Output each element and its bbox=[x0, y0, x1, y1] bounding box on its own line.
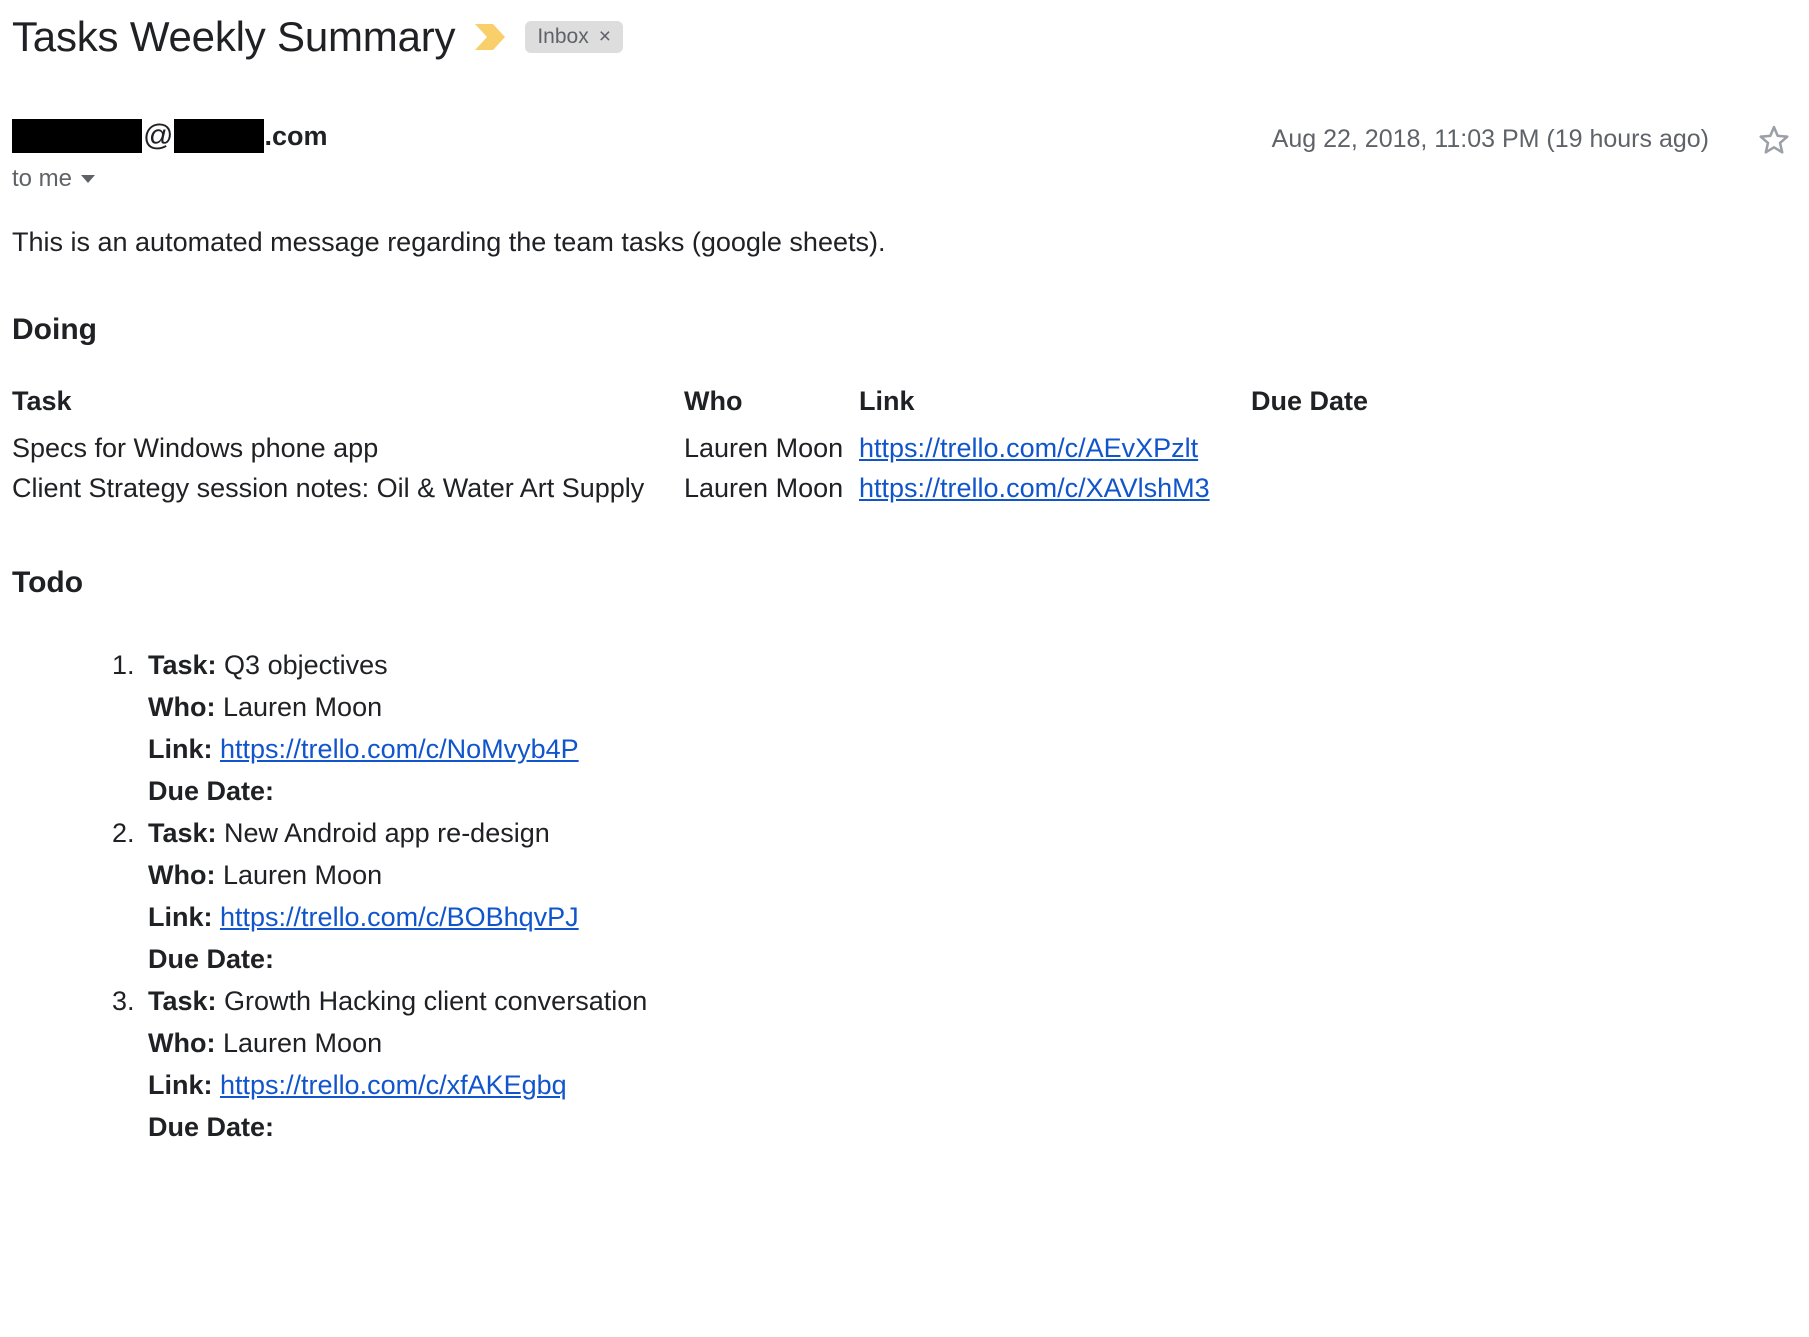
field-label-due-date: Due Date: bbox=[148, 944, 275, 975]
cell-task: Specs for Windows phone app bbox=[12, 433, 379, 464]
todo-due-date-row: Due Date: bbox=[148, 1107, 1793, 1149]
field-label-link: Link: bbox=[148, 734, 213, 765]
todo-task-value: New Android app re-design bbox=[224, 818, 550, 849]
at-symbol: @ bbox=[143, 119, 174, 152]
cell-task: Client Strategy session notes: Oil & Wat… bbox=[12, 473, 645, 504]
field-label-task: Task: bbox=[148, 818, 217, 849]
field-label-due-date: Due Date: bbox=[148, 1112, 275, 1143]
todo-due-date-row: Due Date: bbox=[148, 939, 1793, 981]
close-icon[interactable]: × bbox=[599, 26, 611, 47]
label-chip-inbox[interactable]: Inbox × bbox=[525, 21, 623, 53]
email-message: Tasks Weekly Summary Inbox × @ .com to m… bbox=[0, 0, 1809, 1149]
todo-who-row: Who: Lauren Moon bbox=[148, 1023, 1793, 1065]
redacted-domain bbox=[174, 119, 265, 153]
cell-who: Lauren Moon bbox=[684, 473, 844, 504]
todo-who-value: Lauren Moon bbox=[222, 692, 383, 723]
page-title: Tasks Weekly Summary bbox=[12, 13, 456, 60]
table-row: Client Strategy session notes: Oil & Wat… bbox=[12, 473, 1612, 513]
todo-who-row: Who: Lauren Moon bbox=[148, 855, 1793, 897]
column-header-due-date: Due Date bbox=[1251, 386, 1369, 417]
sender-block: @ .com to me Aug 22, 2018, 11:03 PM (19 … bbox=[12, 116, 1793, 208]
subject-row: Tasks Weekly Summary Inbox × bbox=[12, 0, 1793, 68]
field-label-link: Link: bbox=[148, 902, 213, 933]
field-label-task: Task: bbox=[148, 650, 217, 681]
column-header-link: Link bbox=[859, 386, 915, 417]
label-chip-text: Inbox bbox=[537, 25, 589, 48]
intro-paragraph: This is an automated message regarding t… bbox=[12, 227, 886, 257]
trello-link[interactable]: https://trello.com/c/BOBhqvPJ bbox=[220, 902, 579, 932]
todo-task-value: Q3 objectives bbox=[224, 650, 388, 681]
recipients-toggle[interactable]: to me bbox=[12, 165, 1793, 193]
doing-heading: Doing bbox=[12, 313, 97, 347]
message-meta: Aug 22, 2018, 11:03 PM (19 hours ago) bbox=[1272, 116, 1793, 162]
column-header-task: Task bbox=[12, 386, 72, 417]
field-label-who: Who: bbox=[148, 1028, 216, 1059]
field-label-link: Link: bbox=[148, 1070, 213, 1101]
todo-who-value: Lauren Moon bbox=[222, 1028, 383, 1059]
todo-task-row: Task: Growth Hacking client conversation bbox=[148, 981, 1793, 1023]
list-item: Task: Q3 objectives Who: Lauren Moon Lin… bbox=[142, 645, 1793, 813]
redacted-username bbox=[12, 119, 142, 153]
field-label-who: Who: bbox=[148, 860, 216, 891]
todo-who-row: Who: Lauren Moon bbox=[148, 687, 1793, 729]
trello-link[interactable]: https://trello.com/c/NoMvyb4P bbox=[220, 734, 579, 764]
sender-tld: .com bbox=[264, 120, 328, 151]
field-label-task: Task: bbox=[148, 986, 217, 1017]
column-header-who: Who bbox=[684, 386, 743, 417]
list-item: Task: Growth Hacking client conversation… bbox=[142, 981, 1793, 1149]
cell-link: https://trello.com/c/XAVlshM3 bbox=[859, 473, 1251, 513]
todo-who-value: Lauren Moon bbox=[222, 860, 383, 891]
cell-due-date bbox=[1251, 433, 1612, 473]
todo-task-row: Task: New Android app re-design bbox=[148, 813, 1793, 855]
cell-who: Lauren Moon bbox=[684, 433, 844, 464]
cell-link: https://trello.com/c/AEvXPzlt bbox=[859, 433, 1251, 473]
todo-link-row: Link: https://trello.com/c/xfAKEgbq bbox=[148, 1065, 1793, 1107]
important-chevron-icon[interactable] bbox=[473, 22, 507, 52]
todo-link-row: Link: https://trello.com/c/NoMvyb4P bbox=[148, 729, 1793, 771]
todo-task-row: Task: Q3 objectives bbox=[148, 645, 1793, 687]
trello-link[interactable]: https://trello.com/c/XAVlshM3 bbox=[859, 473, 1210, 503]
todo-list: Task: Q3 objectives Who: Lauren Moon Lin… bbox=[12, 645, 1793, 1149]
star-outline-icon[interactable] bbox=[1755, 120, 1793, 158]
recipients-label: to me bbox=[12, 165, 73, 192]
todo-link-row: Link: https://trello.com/c/BOBhqvPJ bbox=[148, 897, 1793, 939]
trello-link[interactable]: https://trello.com/c/xfAKEgbq bbox=[220, 1070, 567, 1100]
trello-link[interactable]: https://trello.com/c/AEvXPzlt bbox=[859, 433, 1198, 463]
table-header-row: Task Who Link Due Date bbox=[12, 386, 1612, 433]
todo-heading: Todo bbox=[12, 566, 84, 600]
timestamp: Aug 22, 2018, 11:03 PM (19 hours ago) bbox=[1271, 124, 1709, 153]
chevron-down-icon[interactable] bbox=[81, 175, 96, 183]
cell-due-date bbox=[1251, 473, 1612, 513]
table-row: Specs for Windows phone app Lauren Moon … bbox=[12, 433, 1612, 473]
field-label-due-date: Due Date: bbox=[148, 776, 275, 807]
list-item: Task: New Android app re-design Who: Lau… bbox=[142, 813, 1793, 981]
todo-task-value: Growth Hacking client conversation bbox=[224, 986, 648, 1017]
todo-due-date-row: Due Date: bbox=[148, 771, 1793, 813]
doing-table: Task Who Link Due Date Specs for Windows… bbox=[12, 386, 1612, 513]
field-label-who: Who: bbox=[148, 692, 216, 723]
